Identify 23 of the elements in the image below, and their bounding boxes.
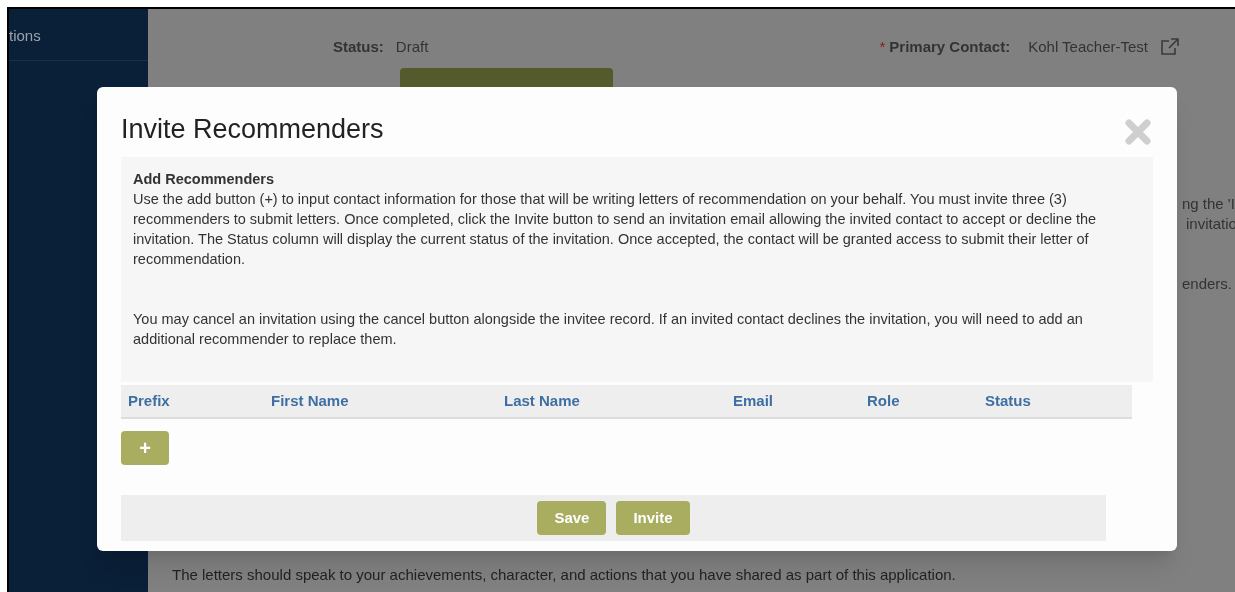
status-label: Status: bbox=[333, 37, 384, 57]
add-button[interactable]: + bbox=[121, 431, 169, 465]
dialog-button[interactable]: Save bbox=[537, 501, 607, 535]
column-header[interactable]: Role bbox=[867, 389, 985, 413]
column-header[interactable]: Prefix bbox=[128, 389, 271, 413]
external-link-icon[interactable] bbox=[1160, 38, 1180, 57]
info-heading: Add Recommenders bbox=[133, 170, 275, 189]
text-fragment: enders. bbox=[1182, 274, 1233, 294]
column-header[interactable]: Status bbox=[985, 389, 1105, 413]
primary-contact-value: Kohl Teacher-Test bbox=[1028, 37, 1148, 57]
column-header[interactable]: Last Name bbox=[504, 389, 733, 413]
required-mark: * bbox=[879, 37, 886, 57]
column-header[interactable]: First Name bbox=[271, 389, 504, 413]
primary-contact-label: Primary Contact: bbox=[889, 37, 1011, 57]
dialog-button[interactable]: Invite bbox=[616, 501, 690, 535]
info-paragraph: Use the add button (+) to input contact information for those that will be writing letters of recommendation on your behalf. You must invite three (3) recommenders to submit letters. Once completed, click the Invite button to send an invitation email allowing the invited contact to accept or decline the invitation. The Status column will display the current status of the invitation. Once accepted, the contact will be granted access to submit their letter of recommendation. bbox=[133, 190, 1098, 269]
hidden-button[interactable] bbox=[400, 67, 613, 88]
column-header[interactable]: Email bbox=[733, 389, 867, 413]
footer-text: The letters should speak to your achievements, character, and actions that you have shared as part of this application. bbox=[172, 565, 956, 585]
status-value: Draft bbox=[395, 37, 429, 57]
dialog-title: Invite Recommenders bbox=[121, 113, 384, 146]
info-paragraph: You may cancel an invitation using the cancel button alongside the invitee record. If an invited contact declines the invitation, you will need to add an additional recommender to replace them. bbox=[133, 310, 1084, 349]
text-fragment: ng the 'I bbox=[1182, 194, 1235, 214]
